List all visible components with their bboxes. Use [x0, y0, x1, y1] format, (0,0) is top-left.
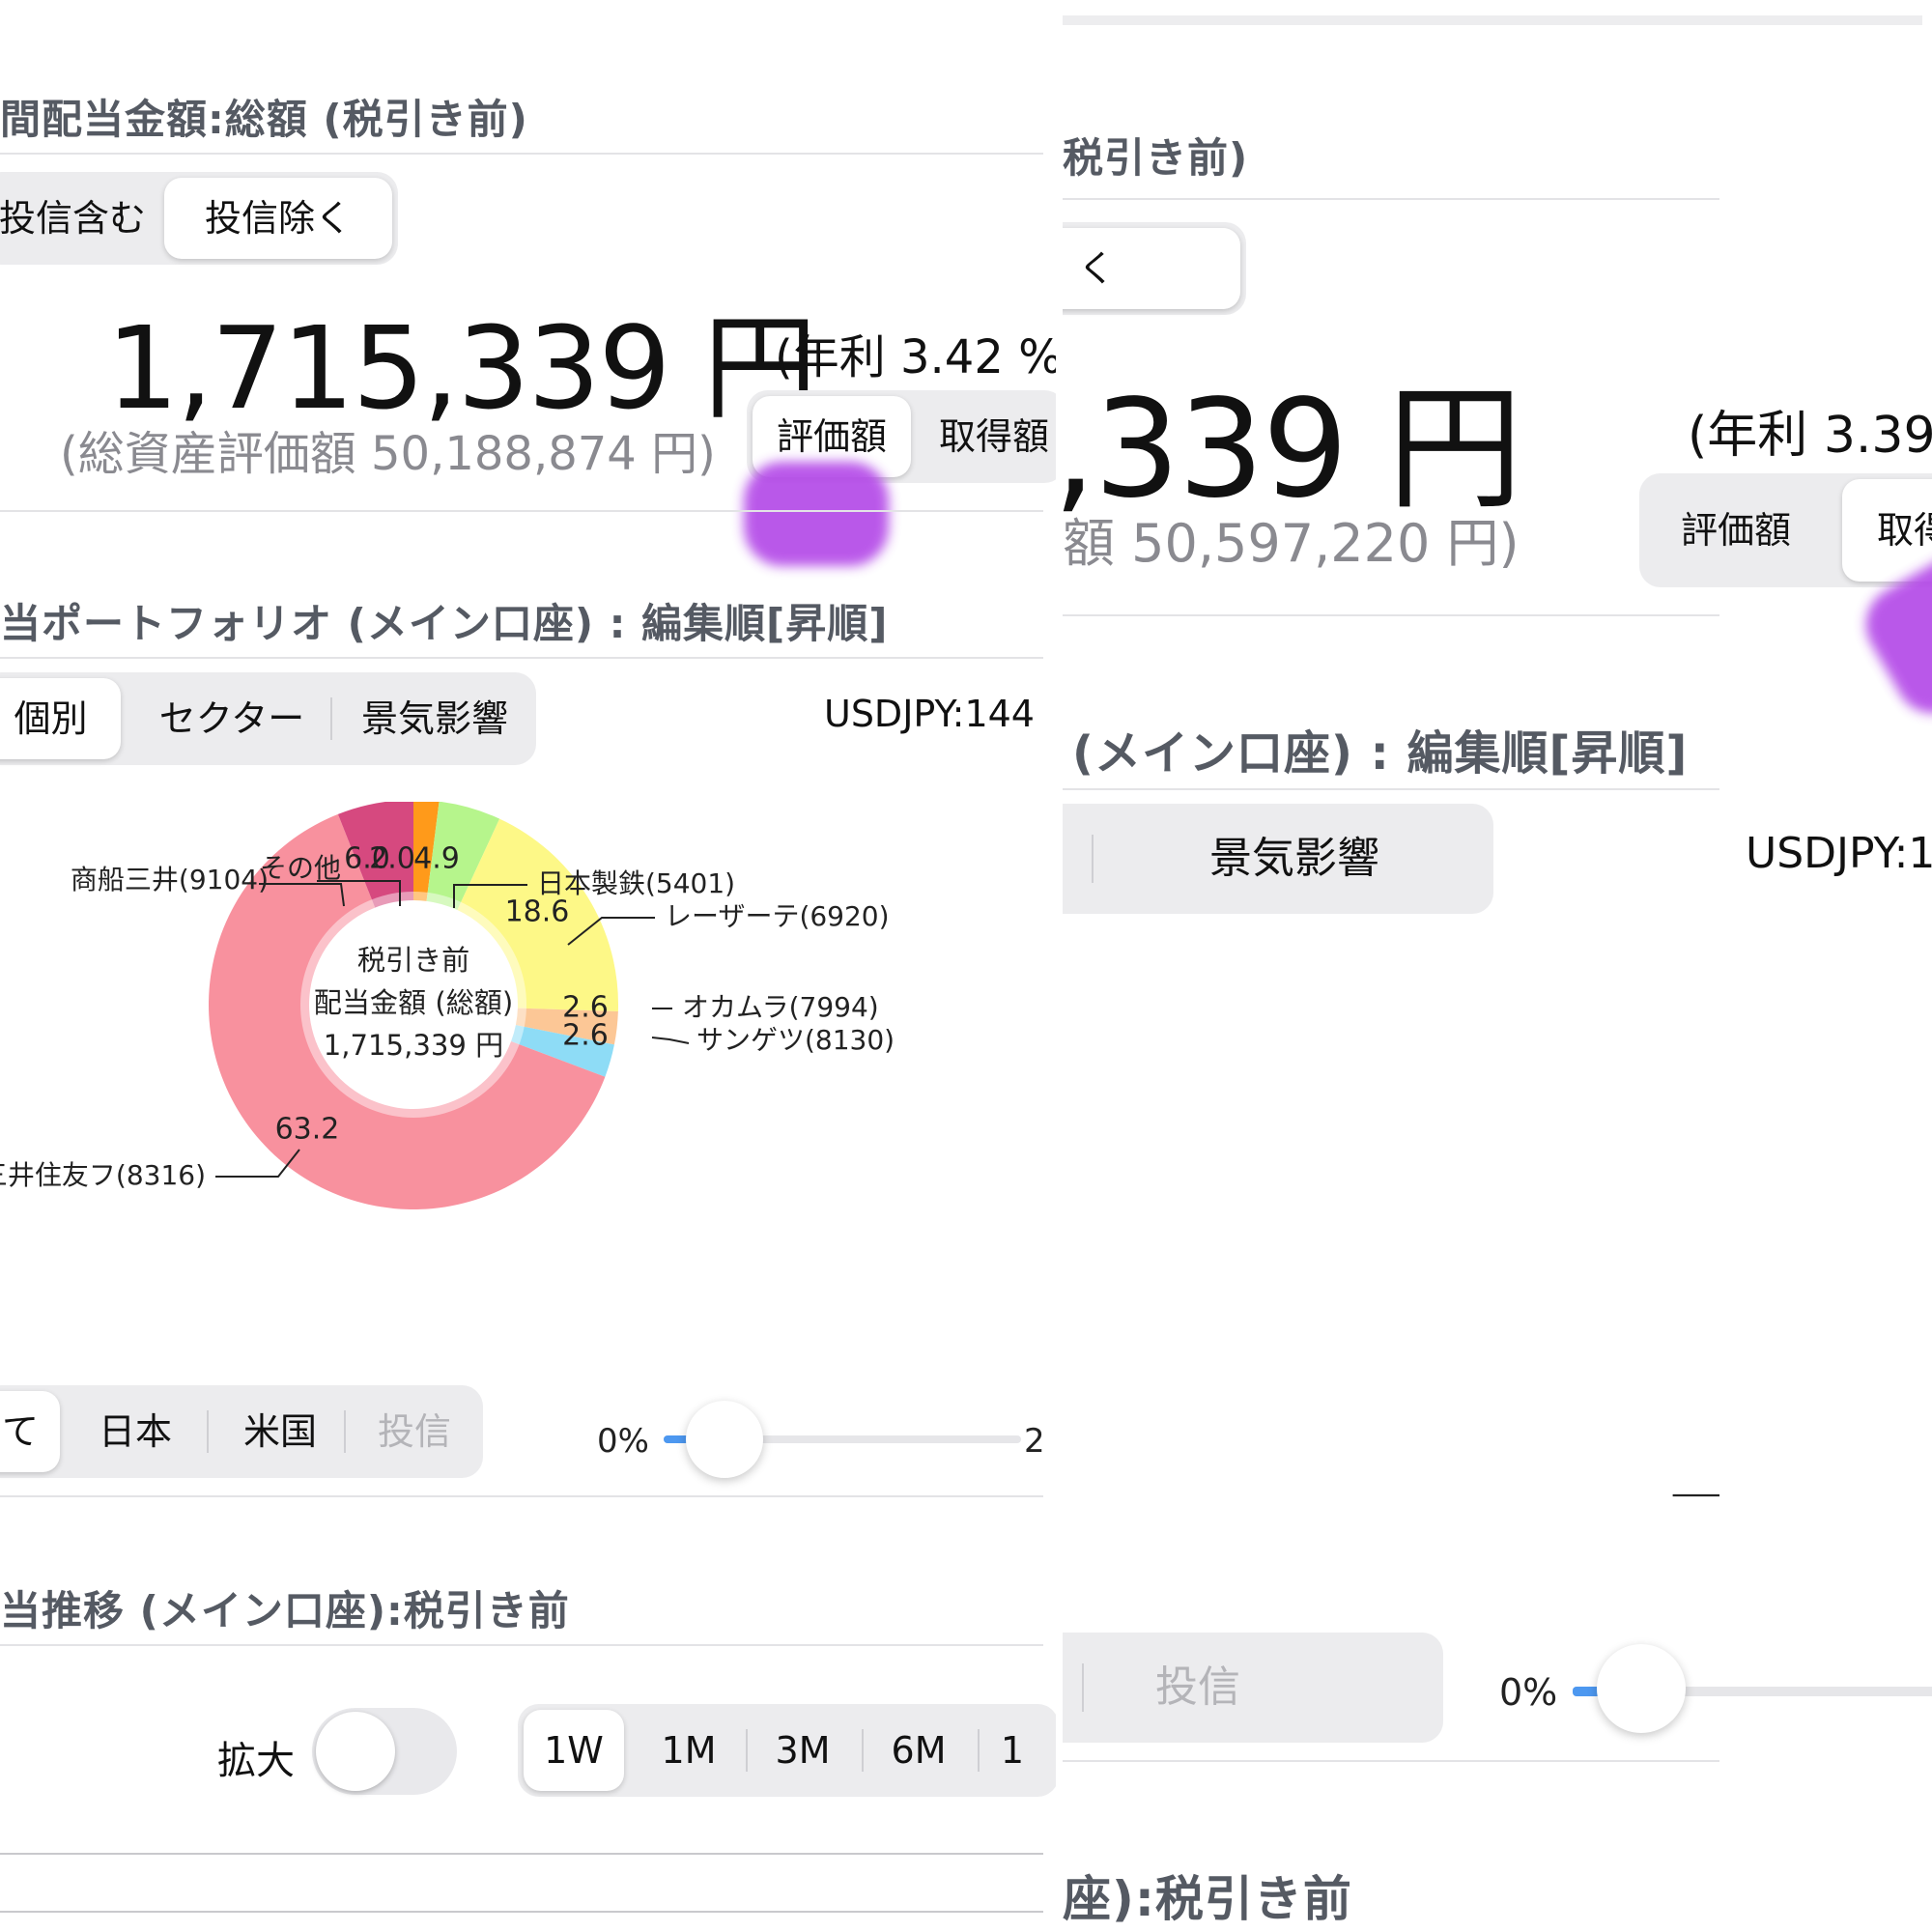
slice-category-label: オカムラ(7994) [682, 991, 879, 1023]
divider [1063, 198, 1719, 200]
range-6m[interactable]: 6M [866, 1704, 972, 1797]
range-1m[interactable]: 1M [636, 1704, 742, 1797]
tab-economy[interactable]: 景気影響 [1101, 804, 1488, 914]
annual-yield: (年利 3.42 % [775, 330, 1063, 384]
fund-exclude-option[interactable]: く [1063, 228, 1240, 309]
donut-center-label: 1,715,339 円 [324, 1029, 503, 1062]
region-tabs: 投信 [1063, 1633, 1443, 1743]
tab-japan[interactable]: 日本 [68, 1385, 203, 1478]
slice-category-label: 商船三井(9104) [71, 864, 269, 895]
donut-center-label: 税引き前 [357, 944, 469, 977]
slider-min-label: 0% [597, 1422, 649, 1461]
acquisition-option[interactable]: 取得額 [917, 390, 1063, 483]
slice-category-label: レーザーテ(6920) [665, 900, 890, 932]
range-1w[interactable]: 1W [524, 1710, 624, 1791]
divider [0, 1495, 1043, 1497]
threshold-slider-thumb[interactable] [1597, 1644, 1686, 1733]
divider [1063, 788, 1719, 790]
leader-line [1672, 1493, 1719, 1497]
range-1y[interactable]: 1 [983, 1704, 1041, 1797]
highlight-mark [744, 462, 889, 566]
slider-max-label: 2 [1024, 1422, 1045, 1461]
zoom-label: 拡大 [217, 1739, 295, 1783]
range-3m[interactable]: 3M [750, 1704, 856, 1797]
tab-funds[interactable]: 投信 [350, 1385, 479, 1478]
donut-center-label: 配当金額 (総額) [314, 986, 514, 1019]
slice-category-label: 日本製鉄(5401) [537, 867, 735, 899]
portfolio-section-title: 当ポートフォリオ (メイン口座) : 編集順[昇順] [0, 600, 889, 647]
left-screenshot-panel: 間配当金額:総額 (税引き前) 投信含む 投信除く 1,715,339 円 (年… [0, 0, 1063, 1932]
dividend-donut-chart: 63.26.02.04.918.62.62.64)その他日本製鉄(5401)レー… [1672, 1493, 1719, 1497]
slider-min-label: 0% [1499, 1671, 1558, 1714]
slice-value-label: 2.6 [562, 1019, 609, 1053]
dividend-section-title: 間配当金額:総額 (税引き前) [0, 96, 528, 143]
divider [1063, 614, 1719, 616]
valuation-option[interactable]: 評価額 [1639, 473, 1833, 587]
trend-section-title: 当推移 (メイン口座):税引き前 [0, 1587, 570, 1634]
fund-exclude-option[interactable]: 投信除く [164, 178, 392, 259]
fund-toggle: 投信含む 投信除く [0, 172, 398, 265]
portfolio-section-title: (メイン口座) : 編集順[昇順] [1072, 726, 1689, 781]
slice-category-label: その他 [260, 852, 341, 884]
slice-value-label: 63.2 [275, 1113, 340, 1147]
annual-yield: (年利 3.39 % [1688, 407, 1932, 465]
divider [0, 657, 1043, 659]
tab-economy[interactable]: 景気影響 [340, 672, 529, 765]
tab-us[interactable]: 米国 [213, 1385, 348, 1478]
region-tabs: て 日本 米国 投信 [0, 1385, 483, 1478]
slice-category-label: 三井住友フ(8316) [0, 1159, 206, 1191]
acquisition-option[interactable]: 取得額 [1842, 479, 1932, 582]
zoom-toggle[interactable] [312, 1708, 457, 1795]
toggle-knob [316, 1712, 395, 1791]
divider [0, 153, 1043, 155]
divider [0, 1644, 1043, 1646]
slice-value-label: 4.9 [413, 842, 460, 876]
tab-all[interactable]: て [0, 1391, 60, 1472]
divider [0, 510, 1043, 512]
slice-category-label: サンゲツ(8130) [696, 1024, 895, 1056]
threshold-slider-thumb[interactable] [686, 1401, 763, 1478]
fund-toggle: く [1063, 222, 1246, 315]
view-tabs: 個別 セクター 景気影響 [0, 672, 536, 765]
right-screenshot-panel: 税引き前) く ,339 円 (年利 3.39 % 額 50,597,220 円… [1063, 0, 1932, 1932]
fund-include-option[interactable]: 投信含む [0, 172, 164, 265]
slice-value-label: 18.6 [505, 895, 570, 929]
tab-funds[interactable]: 投信 [1101, 1633, 1294, 1743]
leader-line [651, 1037, 690, 1044]
tab-individual[interactable]: 個別 [0, 678, 121, 759]
usdjpy-rate: USDJPY:144.0 [1746, 829, 1932, 878]
range-tabs: 1W 1M 3M 6M 1 [518, 1704, 1059, 1797]
tab-sector[interactable]: セクター [135, 672, 328, 765]
total-assets: 額 50,597,220 円) [1063, 513, 1520, 574]
basis-toggle: 評価額 取得額 [1639, 473, 1932, 587]
trend-chart-area [0, 1853, 1043, 1913]
view-tabs: 景気影響 [1063, 804, 1493, 914]
dividend-section-title: 税引き前) [1063, 134, 1249, 182]
slice-value-label: 2.0 [369, 842, 415, 876]
divider [1063, 1760, 1719, 1762]
total-assets: (総資産評価額 50,188,874 円) [60, 427, 716, 481]
usdjpy-rate: USDJPY:144 [824, 693, 1035, 735]
trend-section-title: 座):税引き前 [1063, 1871, 1352, 1927]
dividend-donut-chart: 63.26.02.04.918.62.62.6三井住友フ(8316)商船三井(9… [0, 802, 895, 1209]
